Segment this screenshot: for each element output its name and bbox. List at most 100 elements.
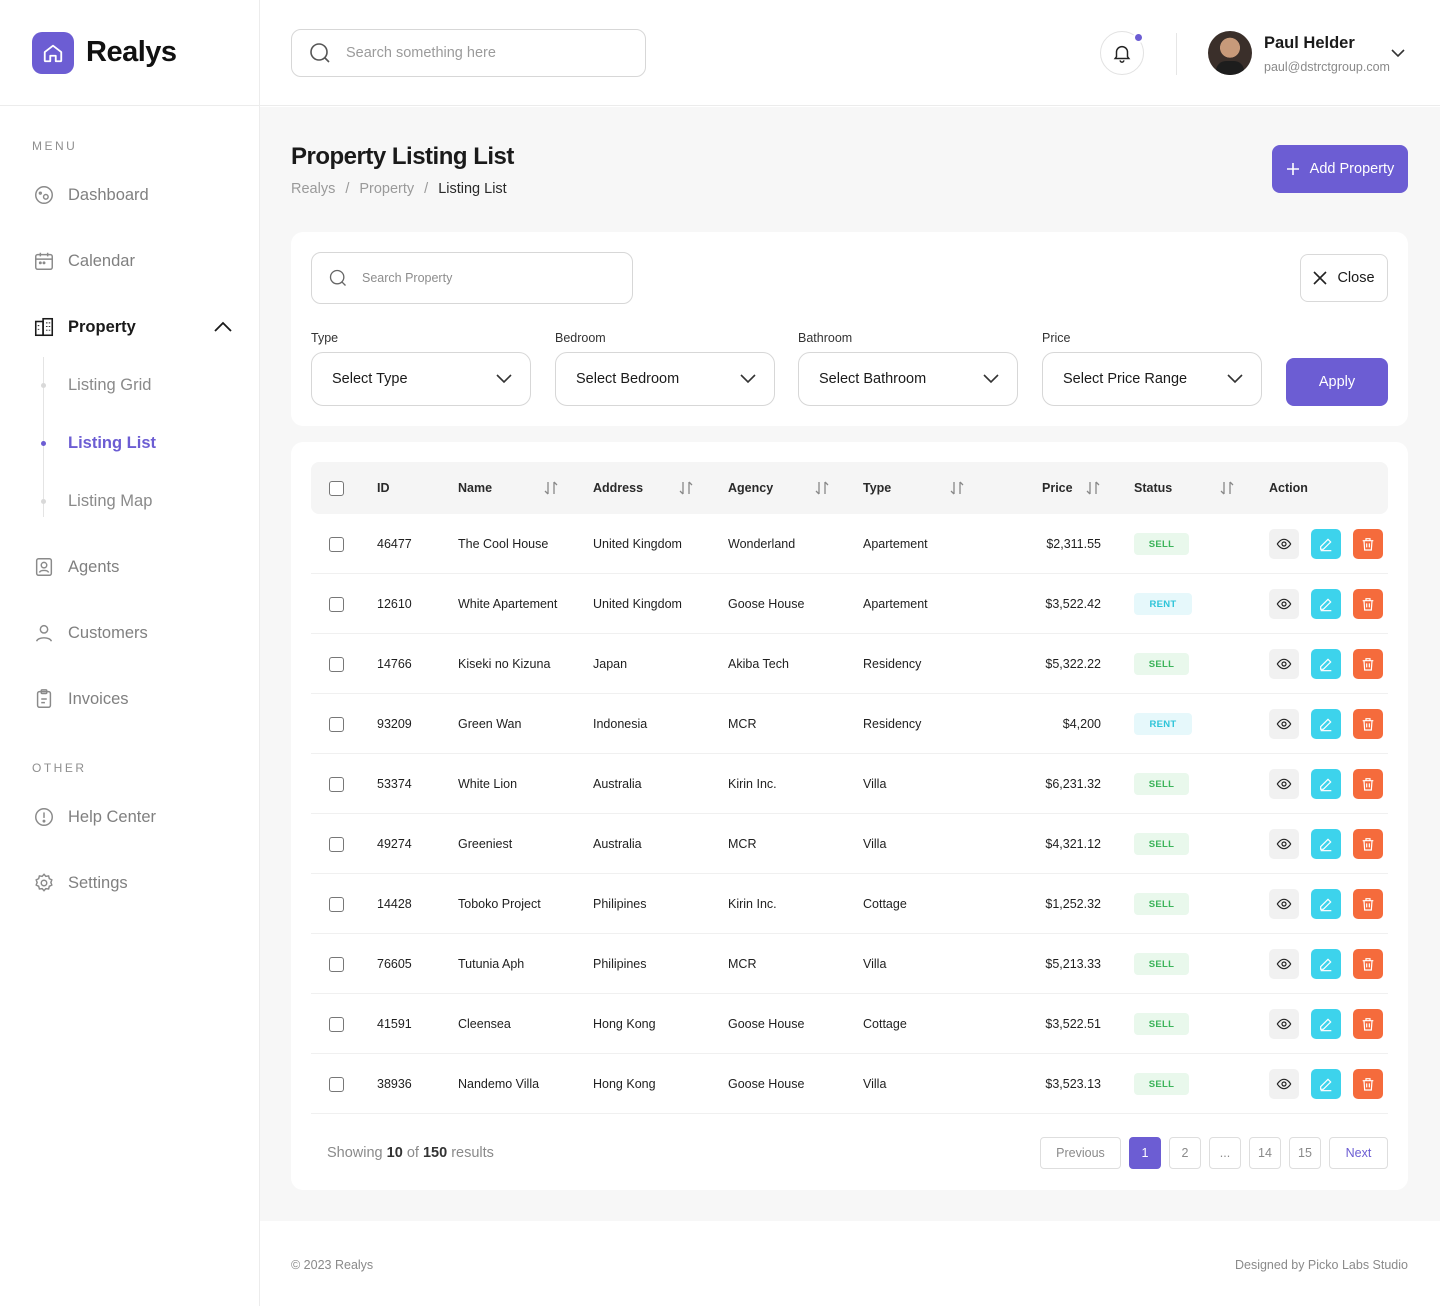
- row-checkbox[interactable]: [329, 1077, 344, 1092]
- sidebar-subitem-listing-grid[interactable]: Listing Grid: [68, 373, 151, 397]
- table-row[interactable]: 14766 Kiseki no Kizuna Japan Akiba Tech Resi…: [311, 634, 1388, 694]
- previous-page-button[interactable]: Previous: [1040, 1137, 1121, 1169]
- avatar[interactable]: [1208, 31, 1252, 75]
- table-row[interactable]: 76605 Tutunia Aph Philipines MCR Villa $5,213…: [311, 934, 1388, 994]
- add-property-button[interactable]: Add Property: [1272, 145, 1408, 193]
- delete-button[interactable]: [1353, 889, 1383, 919]
- cell-agency: Goose House: [728, 1017, 805, 1031]
- user-name[interactable]: Paul Helder: [1264, 34, 1355, 53]
- table-row[interactable]: 53374 White Lion Australia Kirin Inc. Villa $…: [311, 754, 1388, 814]
- edit-button[interactable]: [1311, 529, 1341, 559]
- delete-button[interactable]: [1353, 529, 1383, 559]
- view-button[interactable]: [1269, 1009, 1299, 1039]
- row-checkbox[interactable]: [329, 837, 344, 852]
- edit-button[interactable]: [1311, 769, 1341, 799]
- edit-button[interactable]: [1311, 649, 1341, 679]
- column-header-price[interactable]: Price: [1042, 462, 1073, 514]
- delete-button[interactable]: [1353, 1009, 1383, 1039]
- edit-button[interactable]: [1311, 1069, 1341, 1099]
- breadcrumb-item[interactable]: Realys: [291, 181, 335, 197]
- view-button[interactable]: [1269, 1069, 1299, 1099]
- sidebar-item-customers[interactable]: Customers: [32, 619, 148, 647]
- table-row[interactable]: 38936 Nandemo Villa Hong Kong Goose House Vi…: [311, 1054, 1388, 1114]
- delete-button[interactable]: [1353, 709, 1383, 739]
- chevron-down-icon: [740, 374, 756, 384]
- page-button-2[interactable]: 2: [1169, 1137, 1201, 1169]
- apply-button[interactable]: Apply: [1286, 358, 1388, 406]
- type-select[interactable]: Select Type: [311, 352, 531, 406]
- column-header-status[interactable]: Status: [1134, 462, 1172, 514]
- row-checkbox[interactable]: [329, 957, 344, 972]
- sidebar-item-calendar[interactable]: Calendar: [32, 247, 135, 275]
- column-header-address[interactable]: Address: [593, 462, 643, 514]
- table-row[interactable]: 49274 Greeniest Australia MCR Villa $4,321.12…: [311, 814, 1388, 874]
- view-button[interactable]: [1269, 649, 1299, 679]
- select-all-checkbox[interactable]: [329, 481, 344, 496]
- next-page-button[interactable]: Next: [1329, 1137, 1388, 1169]
- page-button-15[interactable]: 15: [1289, 1137, 1321, 1169]
- view-button[interactable]: [1269, 829, 1299, 859]
- row-checkbox[interactable]: [329, 597, 344, 612]
- property-search-input[interactable]: Search Property: [311, 252, 633, 304]
- chevron-up-icon[interactable]: [212, 318, 234, 336]
- view-button[interactable]: [1269, 709, 1299, 739]
- column-header-agency[interactable]: Agency: [728, 462, 773, 514]
- row-checkbox[interactable]: [329, 657, 344, 672]
- sidebar-subitem-listing-list[interactable]: Listing List: [68, 431, 156, 455]
- table-row[interactable]: 14428 Toboko Project Philipines Kirin Inc. C…: [311, 874, 1388, 934]
- sort-icon[interactable]: [950, 480, 964, 496]
- edit-button[interactable]: [1311, 709, 1341, 739]
- table-row[interactable]: 93209 Green Wan Indonesia MCR Residency $4,20…: [311, 694, 1388, 754]
- delete-button[interactable]: [1353, 649, 1383, 679]
- delete-button[interactable]: [1353, 589, 1383, 619]
- row-checkbox[interactable]: [329, 897, 344, 912]
- delete-button[interactable]: [1353, 829, 1383, 859]
- sidebar-item-invoices[interactable]: Invoices: [32, 685, 129, 713]
- delete-button[interactable]: [1353, 949, 1383, 979]
- sort-icon[interactable]: [1086, 480, 1100, 496]
- edit-button[interactable]: [1311, 889, 1341, 919]
- chevron-down-icon[interactable]: [1390, 45, 1406, 61]
- view-button[interactable]: [1269, 529, 1299, 559]
- view-button[interactable]: [1269, 949, 1299, 979]
- brand[interactable]: Realys: [0, 0, 259, 106]
- sort-icon[interactable]: [1220, 480, 1234, 496]
- row-checkbox[interactable]: [329, 777, 344, 792]
- sidebar-item-help-center[interactable]: Help Center: [32, 803, 156, 831]
- sidebar-item-agents[interactable]: Agents: [32, 553, 119, 581]
- edit-button[interactable]: [1311, 949, 1341, 979]
- notification-button[interactable]: [1100, 31, 1144, 75]
- sidebar-item-property[interactable]: Property: [32, 313, 136, 341]
- sort-icon[interactable]: [679, 480, 693, 496]
- delete-button[interactable]: [1353, 1069, 1383, 1099]
- row-checkbox[interactable]: [329, 1017, 344, 1032]
- edit-button[interactable]: [1311, 589, 1341, 619]
- sort-icon[interactable]: [815, 480, 829, 496]
- table-row[interactable]: 46477 The Cool House United Kingdom Wonderl…: [311, 514, 1388, 574]
- price-select[interactable]: Select Price Range: [1042, 352, 1262, 406]
- sidebar-item-settings[interactable]: Settings: [32, 869, 128, 897]
- view-button[interactable]: [1269, 589, 1299, 619]
- bathroom-select[interactable]: Select Bathroom: [798, 352, 1018, 406]
- sidebar-item-dashboard[interactable]: Dashboard: [32, 181, 149, 209]
- bedroom-select[interactable]: Select Bedroom: [555, 352, 775, 406]
- page-button-1[interactable]: 1: [1129, 1137, 1161, 1169]
- sidebar-subitem-listing-map[interactable]: Listing Map: [68, 489, 152, 513]
- column-header-type[interactable]: Type: [863, 462, 891, 514]
- sort-icon[interactable]: [544, 480, 558, 496]
- column-header-name[interactable]: Name: [458, 462, 492, 514]
- edit-button[interactable]: [1311, 829, 1341, 859]
- cell-address: Philipines: [593, 897, 647, 911]
- table-row[interactable]: 12610 White Apartement United Kingdom Goose…: [311, 574, 1388, 634]
- edit-button[interactable]: [1311, 1009, 1341, 1039]
- view-button[interactable]: [1269, 889, 1299, 919]
- breadcrumb-item[interactable]: Property: [359, 181, 414, 197]
- delete-button[interactable]: [1353, 769, 1383, 799]
- table-row[interactable]: 41591 Cleensea Hong Kong Goose House Cottage…: [311, 994, 1388, 1054]
- page-button-14[interactable]: 14: [1249, 1137, 1281, 1169]
- row-checkbox[interactable]: [329, 717, 344, 732]
- row-checkbox[interactable]: [329, 537, 344, 552]
- close-filter-button[interactable]: Close: [1300, 254, 1388, 302]
- global-search-input[interactable]: Search something here: [291, 29, 646, 77]
- view-button[interactable]: [1269, 769, 1299, 799]
